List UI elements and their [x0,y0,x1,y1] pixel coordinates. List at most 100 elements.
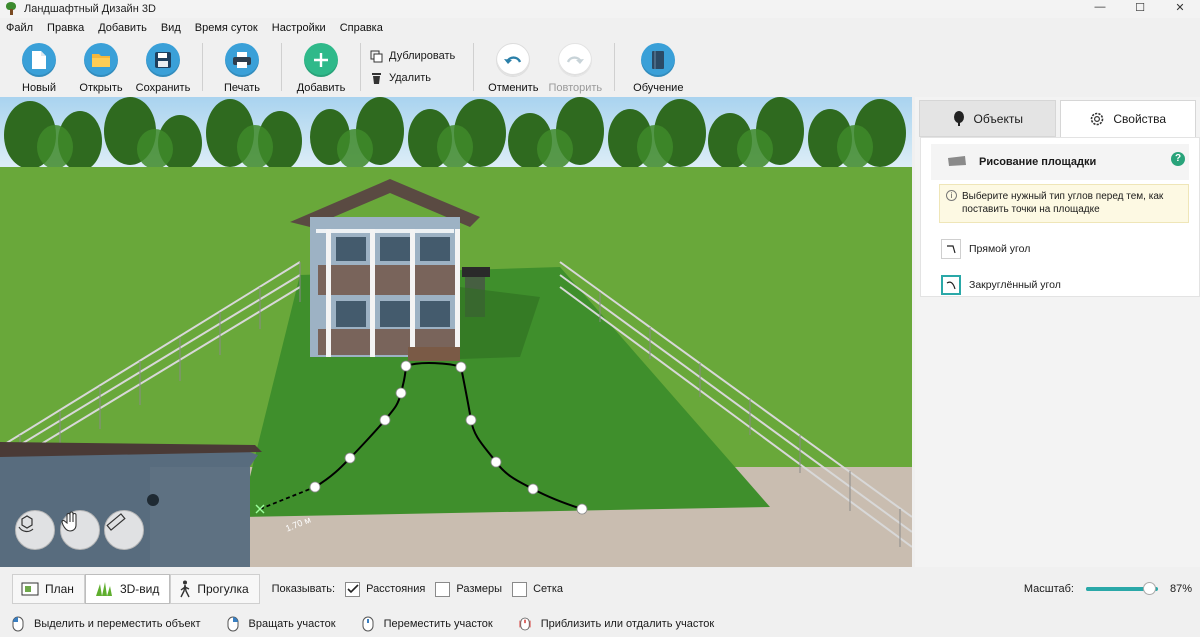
duplicate-button[interactable]: Дублировать [369,45,455,67]
walking-person-icon [179,580,191,598]
window-title: Ландшафтный Дизайн 3D [24,3,156,15]
hint-select: Выделить и переместить объект [12,616,201,632]
hint-move: Переместить участок [362,616,493,632]
zoom-slider-thumb[interactable] [1142,582,1156,595]
3d-viewport[interactable]: 1.70 м [0,97,912,567]
area-drawing-icon [947,155,967,170]
redo-button[interactable]: Повторить [544,37,606,94]
hint-rotate-text: Вращать участок [248,618,336,630]
maximize-icon: ☐ [1135,1,1145,14]
add-label: Добавить [296,82,346,94]
duplicate-label: Дублировать [389,50,456,62]
tree-icon [952,110,966,127]
maximize-button[interactable]: ☐ [1120,0,1160,14]
sizes-checkbox[interactable]: Размеры [435,581,503,597]
show-label: Показывать: [271,583,336,595]
walk-view-button[interactable]: Прогулка [170,574,260,604]
sizes-label: Размеры [456,583,503,595]
properties-panel: Объекты Свойства Рисование площадки ? i … [915,97,1200,567]
hint-box: i Выберите нужный тип углов перед тем, к… [939,184,1189,223]
section-header: Рисование площадки [931,144,1189,180]
close-button[interactable]: ✕ [1160,0,1200,14]
grid-label: Сетка [533,583,563,595]
rounded-corner-label: Закруглённый угол [969,279,1061,291]
hint-select-text: Выделить и переместить объект [34,618,201,630]
section-title: Рисование площадки [979,156,1097,168]
delete-label: Удалить [389,72,431,84]
zoom-slider-fill [1085,587,1149,591]
open-button[interactable]: Открыть [70,37,132,94]
pan-view-button[interactable] [60,510,100,550]
menu-view[interactable]: Вид [161,22,181,34]
menu-time-of-day[interactable]: Время суток [195,22,258,34]
straight-corner-label: Прямой угол [969,243,1031,255]
rounded-corner-icon [941,275,961,295]
toolbar-divider [614,43,616,91]
menu-settings[interactable]: Настройки [272,22,326,34]
undo-button[interactable]: Отменить [482,37,544,94]
hint-move-text: Переместить участок [383,618,493,630]
mouse-middle-icon [362,616,374,632]
toolbar: Новый Открыть Сохранить Печать Добавить … [0,37,1200,97]
menu-bar: Файл Правка Добавить Вид Время суток Нас… [0,19,1200,37]
new-button[interactable]: Новый [8,37,70,94]
checkmark-icon [345,581,361,597]
grass-icon [94,581,114,597]
tab-properties[interactable]: Свойства [1059,100,1196,137]
toolbar-divider [202,43,203,91]
scene-render [0,97,912,567]
3d-view-button[interactable]: 3D-вид [84,574,171,604]
menu-help[interactable]: Справка [340,22,383,34]
print-label: Печать [223,82,261,94]
duplicate-icon [369,49,383,63]
zoom-slider[interactable] [1085,582,1158,595]
hint-zoom: Приблизить или отдалить участок [519,616,714,632]
close-icon: ✕ [1175,1,1185,14]
help-icon[interactable]: ? [1171,152,1185,166]
minimize-button[interactable]: — [1080,0,1120,14]
print-button[interactable]: Печать [211,37,273,94]
zoom-value: 87% [1169,583,1192,595]
save-label: Сохранить [135,82,191,94]
hint-zoom-text: Приблизить или отдалить участок [540,618,715,630]
redo-icon [558,43,593,77]
empty-checkbox-icon [512,581,528,597]
menu-file[interactable]: Файл [6,22,33,34]
title-bar: Ландшафтный Дизайн 3D — ☐ ✕ [0,0,1200,18]
mouse-left-icon [12,616,24,632]
toolbar-divider [473,43,475,91]
plus-icon [304,43,338,77]
walk-view-label: Прогулка [197,582,249,596]
toolbar-divider [281,43,282,91]
learn-button[interactable]: Обучение [623,37,693,94]
rounded-corner-option[interactable]: Закруглённый угол [941,275,1199,295]
mouse-right-icon [227,616,239,632]
toolbar-divider [360,43,361,91]
plan-view-button[interactable]: План [12,574,85,604]
properties-content: Рисование площадки ? i Выберите нужный т… [920,137,1200,297]
distances-checkbox[interactable]: Расстояния [345,581,425,597]
rotate-view-button[interactable] [15,510,55,550]
menu-add[interactable]: Добавить [98,22,147,34]
delete-button[interactable]: Удалить [369,67,455,89]
hint-rotate: Вращать участок [227,616,336,632]
mouse-wheel-icon [519,616,531,632]
open-label: Открыть [79,82,123,94]
new-label: Новый [22,82,56,94]
learn-label: Обучение [633,82,684,94]
tab-objects[interactable]: Объекты [919,100,1056,137]
floppy-icon [146,43,180,77]
straight-corner-option[interactable]: Прямой угол [941,239,1199,259]
redo-label: Повторить [548,82,603,94]
measure-button[interactable] [104,510,144,550]
menu-edit[interactable]: Правка [47,22,84,34]
status-bar: Выделить и переместить объект Вращать уч… [0,611,1200,637]
trash-icon [369,71,383,85]
hint-text: Выберите нужный тип углов перед тем, как… [962,191,1164,215]
zoom-label: Масштаб: [1023,583,1074,595]
plan-view-label: План [45,582,74,596]
tab-objects-label: Объекты [973,111,1024,126]
add-button[interactable]: Добавить [290,37,352,94]
grid-checkbox[interactable]: Сетка [512,581,563,597]
save-button[interactable]: Сохранить [132,37,194,94]
